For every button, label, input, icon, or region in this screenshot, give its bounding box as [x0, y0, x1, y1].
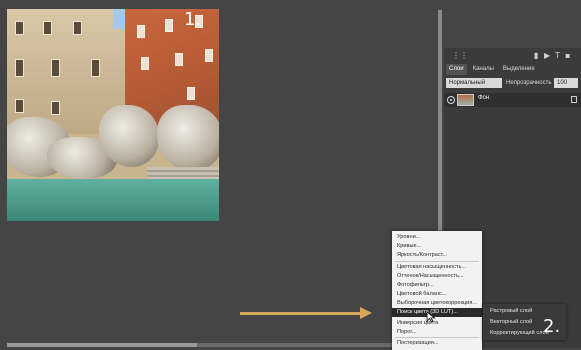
layer-thumbnail	[457, 94, 474, 106]
canvas-image[interactable]	[7, 9, 219, 221]
bullet-icon[interactable]: ▪	[565, 51, 570, 60]
menu-item-brightness-contrast[interactable]: Яркость/Контраст...	[397, 252, 447, 259]
menu-item-levels[interactable]: Уровни...	[397, 234, 420, 241]
image-rock	[157, 105, 219, 171]
submenu-item-raster-layer[interactable]: Растровый слой	[490, 308, 532, 314]
image-window	[91, 59, 100, 77]
image-water	[7, 179, 219, 221]
menu-separator	[395, 261, 479, 262]
image-window	[15, 21, 24, 35]
scrollbar-thumb[interactable]	[7, 343, 197, 347]
menu-item-selective-color[interactable]: Выборочная цветокоррекция...	[397, 300, 477, 307]
image-window	[51, 59, 60, 77]
menu-item-color-balance[interactable]: Цветовой баланс...	[397, 291, 446, 298]
image-window	[175, 53, 183, 66]
layer-name: Фон	[478, 95, 490, 101]
tab-channels[interactable]: Каналы	[470, 64, 497, 75]
tab-layers[interactable]: Слои	[446, 64, 467, 75]
image-window	[187, 87, 195, 100]
annotation-arrow-head	[360, 307, 372, 319]
layer-options-row: Нормальный Непрозрачность 100	[446, 78, 580, 89]
menu-item-photo-filter[interactable]: Фотофильтр...	[397, 282, 434, 289]
panel-toolbar: ⋮⋮ ▮ ▶ T ▪	[444, 51, 578, 63]
step-marker-1: 1.	[184, 9, 202, 30]
panel-tabs: Слои Каналы Выделение	[446, 64, 538, 75]
blend-mode-select[interactable]: Нормальный	[446, 78, 502, 88]
play-icon[interactable]: ▶	[544, 51, 550, 60]
image-window	[137, 25, 145, 38]
mouse-cursor-icon	[426, 311, 436, 323]
image-window	[51, 101, 60, 115]
submenu-item-vector-layer[interactable]: Векторный слой	[490, 319, 532, 325]
editor-window: 1. ⋮⋮ ▮ ▶ T ▪ Слои Каналы Выделение Норм…	[0, 0, 581, 350]
menu-item-posterize[interactable]: Постеризация...	[397, 340, 438, 347]
image-window	[165, 19, 173, 32]
menu-item-color-lookup[interactable]: Поиск цвета (3D LUT)...	[392, 308, 482, 317]
opacity-label: Непрозрачность	[506, 80, 552, 86]
menu-separator	[395, 337, 479, 338]
submenu-item-adjustment-layer[interactable]: Корректирующий слой	[490, 330, 549, 336]
image-window	[15, 99, 24, 113]
lock-icon	[571, 96, 577, 103]
visibility-eye-icon[interactable]	[447, 96, 455, 104]
menu-item-saturation[interactable]: Цветовая насыщенность...	[397, 264, 466, 271]
annotation-arrow	[240, 312, 362, 315]
image-window	[15, 59, 24, 77]
panel-grip-icon: ⋮⋮	[452, 51, 468, 60]
menu-item-threshold[interactable]: Порог...	[397, 329, 416, 336]
tab-selection[interactable]: Выделение	[500, 64, 538, 75]
new-document-icon[interactable]: ▮	[534, 51, 538, 60]
image-window	[205, 49, 213, 62]
layer-row-background[interactable]: Фон	[444, 93, 581, 107]
image-window	[141, 57, 149, 70]
step-marker-2: 2.	[543, 316, 561, 337]
adjustment-menu: Уровни... Кривые... Яркость/Контраст... …	[392, 231, 482, 350]
text-icon[interactable]: T	[555, 51, 560, 60]
menu-item-hue-saturation[interactable]: Оттенок/Насыщенность...	[397, 273, 464, 280]
image-window	[73, 21, 82, 35]
image-window	[43, 21, 52, 35]
menu-item-curves[interactable]: Кривые...	[397, 243, 421, 250]
opacity-select[interactable]: 100	[554, 78, 578, 88]
